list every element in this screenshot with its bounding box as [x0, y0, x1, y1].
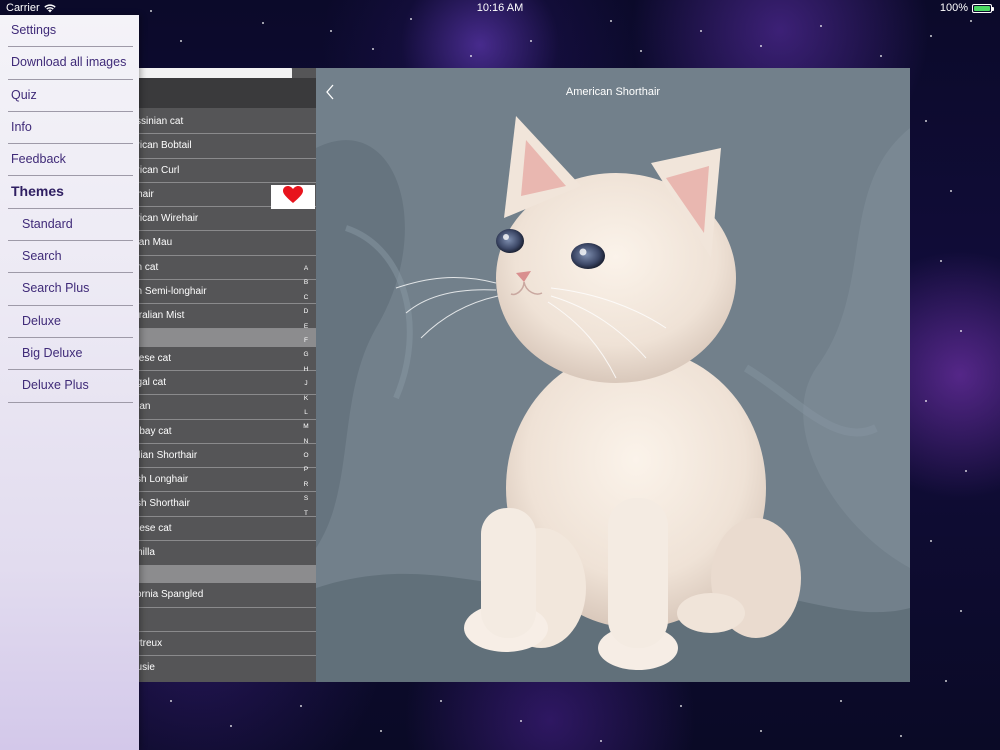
favorite-button[interactable]	[271, 185, 315, 209]
star	[262, 22, 264, 24]
list-item-label: tish Shorthair	[131, 498, 190, 510]
star	[170, 700, 172, 702]
star	[230, 725, 232, 727]
menu-item-standard[interactable]: Standard	[8, 209, 133, 242]
index-letter[interactable]: H	[300, 363, 312, 377]
star	[640, 50, 642, 52]
heart-icon	[283, 185, 303, 209]
star	[300, 705, 302, 707]
index-letter[interactable]: O	[300, 449, 312, 463]
list-item-label: ifornia Spangled	[131, 589, 204, 601]
cat-icon[interactable]	[192, 83, 316, 108]
star	[965, 470, 967, 472]
star	[180, 40, 182, 42]
breed-detail-panel: American Shorthair	[316, 68, 910, 682]
list-item-label: tish Longhair	[131, 474, 189, 486]
index-letter[interactable]: S	[300, 492, 312, 506]
menu-item-quiz[interactable]: Quiz	[8, 80, 133, 112]
list-item-label: an Semi-longhair	[131, 286, 207, 298]
menu-item-big-deluxe[interactable]: Big Deluxe	[8, 338, 133, 371]
menu-item-search[interactable]: Search	[8, 241, 133, 274]
star	[880, 55, 882, 57]
star	[760, 45, 762, 47]
clock: 10:16 AM	[476, 2, 524, 14]
side-menu-drawer: Settings Download all images Quiz Info Feedb…	[0, 15, 139, 750]
index-letter[interactable]: P	[300, 463, 312, 477]
star	[372, 48, 374, 50]
battery-icon	[972, 3, 994, 13]
menu-item-deluxe[interactable]: Deluxe	[8, 306, 133, 338]
star	[945, 680, 947, 682]
star	[940, 260, 942, 262]
index-letter[interactable]: J	[300, 377, 312, 391]
star	[330, 30, 332, 32]
list-item-label: zilian Shorthair	[131, 449, 198, 461]
star	[470, 55, 472, 57]
index-letter[interactable]: C	[300, 291, 312, 305]
menu-item-info[interactable]: Info	[8, 112, 133, 145]
list-item-label: erican Wirehair	[131, 213, 199, 225]
index-letter[interactable]: K	[300, 392, 312, 406]
star	[960, 610, 962, 612]
side-menu-list: Settings Download all images Quiz Info Feedb…	[0, 15, 139, 403]
star	[950, 190, 952, 192]
star	[700, 30, 702, 32]
menu-item-settings[interactable]: Settings	[8, 15, 133, 48]
star	[930, 540, 932, 542]
star	[610, 20, 612, 22]
index-letter[interactable]: B	[300, 276, 312, 290]
index-letter[interactable]: G	[300, 348, 312, 362]
index-letter[interactable]: E	[300, 320, 312, 334]
index-letter[interactable]: D	[300, 305, 312, 319]
index-letter[interactable]: F	[300, 334, 312, 348]
star	[960, 330, 962, 332]
star	[760, 730, 762, 732]
menu-item-search-plus[interactable]: Search Plus	[8, 273, 133, 306]
index-letter[interactable]: N	[300, 435, 312, 449]
star	[840, 700, 842, 702]
star	[970, 20, 972, 22]
battery-percent: 100%	[939, 2, 968, 14]
star	[680, 705, 682, 707]
star	[410, 18, 412, 20]
star	[820, 25, 822, 27]
star	[440, 700, 442, 702]
star	[925, 120, 927, 122]
status-bar: Carrier 10:16 AM 100%	[0, 0, 1000, 16]
star	[520, 720, 522, 722]
star	[900, 735, 902, 737]
index-letter[interactable]: M	[300, 420, 312, 434]
alphabet-index[interactable]: ABCDEFGHJKLMNOPRST	[300, 262, 312, 521]
list-item-label: erican Bobtail	[131, 140, 192, 152]
menu-item-feedback[interactable]: Feedback	[8, 144, 133, 177]
star	[600, 740, 602, 742]
star	[380, 730, 382, 732]
index-letter[interactable]: R	[300, 478, 312, 492]
star	[930, 35, 932, 37]
star	[925, 400, 927, 402]
menu-item-themes: Themes	[8, 176, 133, 209]
menu-item-deluxe-plus[interactable]: Deluxe Plus	[8, 370, 133, 403]
menu-item-download-all-images[interactable]: Download all images	[8, 47, 133, 80]
star	[530, 40, 532, 42]
kitten-photo	[316, 68, 910, 682]
index-letter[interactable]: A	[300, 262, 312, 276]
breed-title: American Shorthair	[565, 86, 661, 98]
index-letter[interactable]: T	[300, 507, 312, 521]
list-item-label: stralian Mist	[131, 310, 185, 322]
index-letter[interactable]: L	[300, 406, 312, 420]
